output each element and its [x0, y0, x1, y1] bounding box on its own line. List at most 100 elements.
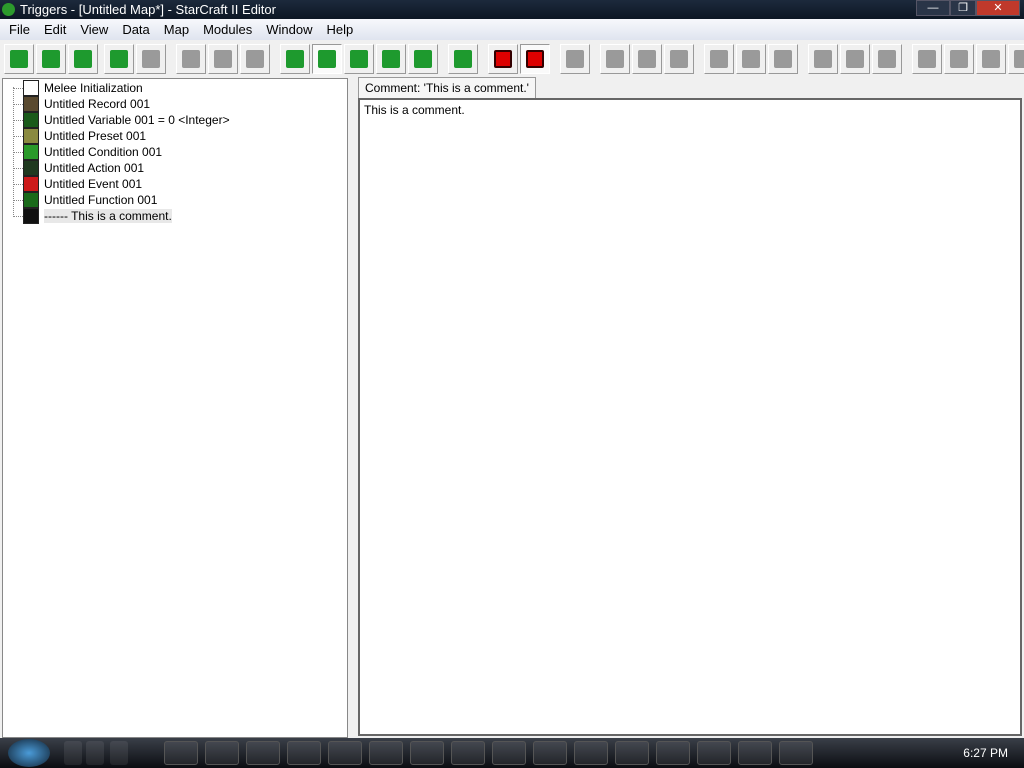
document-icon	[814, 50, 832, 68]
taskbar-internet-explorer-icon[interactable]	[205, 741, 239, 765]
copy-button[interactable]	[208, 44, 238, 74]
undo-button[interactable]	[104, 44, 134, 74]
menu-edit[interactable]: Edit	[37, 22, 73, 37]
taskbar-media-icon[interactable]	[615, 741, 649, 765]
tree-item[interactable]: Untitled Action 001	[23, 160, 144, 176]
window-title: Triggers - [Untitled Map*] - StarCraft I…	[20, 2, 276, 17]
button-button[interactable]	[944, 44, 974, 74]
text-button[interactable]	[376, 44, 406, 74]
tree-item[interactable]: Untitled Function 001	[23, 192, 157, 208]
tree-line	[13, 136, 23, 137]
menu-data[interactable]: Data	[115, 22, 156, 37]
folder-button[interactable]	[600, 44, 630, 74]
stop-button[interactable]	[488, 44, 518, 74]
taskbar-app-icon[interactable]	[451, 741, 485, 765]
document-button[interactable]	[808, 44, 838, 74]
toolbar	[0, 42, 1024, 76]
taskbar-winrar-icon[interactable]	[246, 741, 280, 765]
taskbar-folder-icon[interactable]	[410, 741, 444, 765]
new-trigger-button[interactable]	[560, 44, 590, 74]
save-button[interactable]	[68, 44, 98, 74]
triggers-button[interactable]	[312, 44, 342, 74]
tree-item[interactable]: Untitled Record 001	[23, 96, 150, 112]
start-button[interactable]	[8, 739, 50, 767]
trigger-tree[interactable]: Melee Initialization Untitled Record 001 U…	[2, 78, 348, 738]
tree-item[interactable]: Melee Initialization	[23, 80, 143, 96]
cut-button[interactable]	[176, 44, 206, 74]
taskbar-remote-icon[interactable]	[533, 741, 567, 765]
variable-icon	[23, 112, 39, 128]
taskbar-installer-icon[interactable]	[697, 741, 731, 765]
new-trigger-icon	[566, 50, 584, 68]
clock[interactable]: 6:27 PM	[963, 746, 1008, 760]
tree-item[interactable]: Untitled Variable 001 = 0 <Integer>	[23, 112, 230, 128]
paste-button[interactable]	[240, 44, 270, 74]
splitter[interactable]	[348, 78, 356, 738]
button-icon	[638, 50, 656, 68]
button-button[interactable]	[976, 44, 1006, 74]
terrain-button[interactable]	[280, 44, 310, 74]
taskbar-audition-icon[interactable]	[328, 741, 362, 765]
tree-line	[13, 104, 23, 105]
stop-icon	[494, 50, 512, 68]
button-button[interactable]	[912, 44, 942, 74]
comment-text[interactable]: This is a comment.	[364, 103, 465, 117]
close-button[interactable]: ✕	[976, 0, 1020, 16]
units-button[interactable]	[448, 44, 478, 74]
tree-line	[13, 152, 23, 153]
action-icon	[742, 50, 760, 68]
taskbar-firefox-icon[interactable]	[287, 741, 321, 765]
tree-item-label: Untitled Variable 001 = 0 <Integer>	[44, 113, 230, 127]
button-button[interactable]	[872, 44, 902, 74]
menu-file[interactable]: File	[2, 22, 37, 37]
tree-line	[13, 200, 23, 201]
edit-button[interactable]	[840, 44, 870, 74]
tree-item-label: Untitled Action 001	[44, 161, 145, 175]
taskbar-starcraft-ii-editor-icon[interactable]	[738, 741, 772, 765]
restore-button[interactable]: ❐	[950, 0, 976, 16]
units-icon	[454, 50, 472, 68]
taskbar: 6:27 PM	[0, 738, 1024, 768]
menu-help[interactable]: Help	[319, 22, 360, 37]
menu-view[interactable]: View	[73, 22, 115, 37]
redo-button[interactable]	[136, 44, 166, 74]
tab-comment[interactable]: Comment: 'This is a comment.'	[358, 77, 536, 98]
minimize-button[interactable]: —	[916, 0, 950, 16]
tree-item[interactable]: Untitled Condition 001	[23, 144, 162, 160]
menu-map[interactable]: Map	[157, 22, 196, 37]
taskbar-quicktime-icon[interactable]	[574, 741, 608, 765]
paste-icon	[246, 50, 264, 68]
button-button[interactable]	[664, 44, 694, 74]
stop-button[interactable]	[520, 44, 550, 74]
taskbar-app-icon[interactable]	[779, 741, 813, 765]
terrain-icon	[286, 50, 304, 68]
button-icon	[1014, 50, 1024, 68]
action-button[interactable]	[736, 44, 766, 74]
taskbar-mcafee-icon[interactable]	[656, 741, 690, 765]
tree-item-label: Untitled Function 001	[44, 193, 158, 207]
tree-item[interactable]: Untitled Preset 001	[23, 128, 146, 144]
new-button[interactable]	[4, 44, 34, 74]
taskbar-vimeo-icon[interactable]	[369, 741, 403, 765]
taskbar-word-icon[interactable]	[164, 741, 198, 765]
import-button[interactable]	[408, 44, 438, 74]
comment-editor[interactable]: This is a comment.	[358, 98, 1022, 736]
data-button[interactable]	[344, 44, 374, 74]
tree-item[interactable]: Untitled Event 001	[23, 176, 142, 192]
condition-button[interactable]	[768, 44, 798, 74]
record-icon	[23, 96, 39, 112]
quick-launch-icon[interactable]	[110, 741, 128, 765]
button-button[interactable]	[632, 44, 662, 74]
folder-icon	[606, 50, 624, 68]
edit-icon	[846, 50, 864, 68]
event-button[interactable]	[704, 44, 734, 74]
quick-launch-icon[interactable]	[86, 741, 104, 765]
open-button[interactable]	[36, 44, 66, 74]
tree-item[interactable]: ------ This is a comment.	[23, 208, 172, 224]
taskbar-starcraft-globe-icon[interactable]	[492, 741, 526, 765]
button-button[interactable]	[1008, 44, 1024, 74]
menu-window[interactable]: Window	[259, 22, 319, 37]
tree-line	[13, 184, 23, 185]
menu-modules[interactable]: Modules	[196, 22, 259, 37]
quick-launch-icon[interactable]	[64, 741, 82, 765]
